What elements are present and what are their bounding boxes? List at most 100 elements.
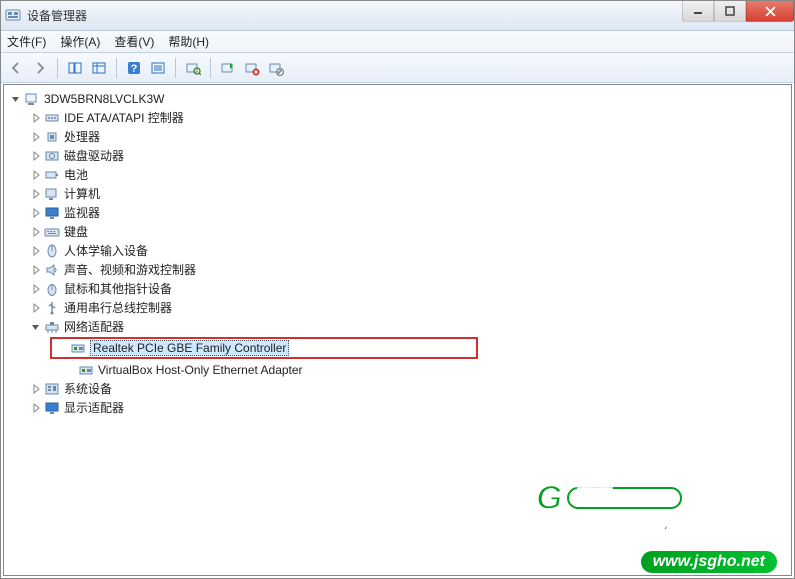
tree-node-label: 监视器 <box>64 204 100 221</box>
ide-icon <box>44 110 60 126</box>
tree-node[interactable]: 鼠标和其他指针设备 <box>8 279 791 298</box>
menu-view[interactable]: 查看(V) <box>114 33 154 50</box>
tree-node[interactable]: Realtek PCIe GBE Family Controller <box>52 339 289 358</box>
expander-icon[interactable] <box>30 188 42 200</box>
window-controls <box>682 1 794 22</box>
tree-node-label: 系统设备 <box>64 380 112 397</box>
tree-node-label: 鼠标和其他指针设备 <box>64 280 172 297</box>
toolbar-separator <box>116 58 117 78</box>
nic-icon <box>78 362 94 378</box>
expander-icon[interactable] <box>30 226 42 238</box>
watermark-brand1-suffix: 软件园 <box>686 483 779 513</box>
tree-node[interactable]: 电池 <box>8 165 791 184</box>
tree-node[interactable]: IDE ATA/ATAPI 控制器 <box>8 108 791 127</box>
expander-icon[interactable] <box>30 131 42 143</box>
minimize-button[interactable] <box>682 1 714 22</box>
show-detail-button[interactable] <box>88 57 110 79</box>
nic-icon <box>70 340 86 356</box>
back-button[interactable] <box>5 57 27 79</box>
window-title: 设备管理器 <box>27 7 87 24</box>
watermark-url: www.jsgho.net <box>639 549 779 575</box>
device-tree[interactable]: 3DW5BRN8LVCLK3W IDE ATA/ATAPI 控制器处理器磁盘驱动器… <box>8 89 791 417</box>
expander-icon[interactable] <box>64 342 68 354</box>
tree-node[interactable]: 监视器 <box>8 203 791 222</box>
scan-hardware-button[interactable] <box>182 57 204 79</box>
hid-icon <box>44 243 60 259</box>
toolbar-separator <box>175 58 176 78</box>
expander-icon[interactable] <box>64 364 76 376</box>
expander-icon[interactable] <box>30 169 42 181</box>
tree-node[interactable]: VirtualBox Host-Only Ethernet Adapter <box>8 360 791 379</box>
expander-icon[interactable] <box>30 283 42 295</box>
disk-icon <box>44 148 60 164</box>
close-button[interactable] <box>746 1 794 22</box>
menu-help[interactable]: 帮助(H) <box>168 33 209 50</box>
tree-node-label: 磁盘驱动器 <box>64 147 124 164</box>
forward-button[interactable] <box>29 57 51 79</box>
tree-node-label: 3DW5BRN8LVCLK3W <box>44 92 164 106</box>
titlebar: 设备管理器 <box>1 1 794 31</box>
watermark: G 西西 CR173.COM 软件园 技术员联盟 www.jsgho.net <box>536 481 779 575</box>
help-button[interactable]: ? <box>123 57 145 79</box>
tree-node[interactable]: 3DW5BRN8LVCLK3W <box>8 89 791 108</box>
tree-node[interactable]: 人体学输入设备 <box>8 241 791 260</box>
tree-node-label: 键盘 <box>64 223 88 240</box>
toolbar-separator <box>210 58 211 78</box>
tree-node[interactable]: 键盘 <box>8 222 791 241</box>
tree-node[interactable]: 处理器 <box>8 127 791 146</box>
expander-icon[interactable] <box>30 207 42 219</box>
device-tree-panel: 3DW5BRN8LVCLK3W IDE ATA/ATAPI 控制器处理器磁盘驱动器… <box>3 84 792 576</box>
maximize-button[interactable] <box>714 1 746 22</box>
expander-icon[interactable] <box>10 93 22 105</box>
tree-node-label: 处理器 <box>64 128 100 145</box>
watermark-badge: 西西 CR173.COM <box>567 487 682 509</box>
tree-node[interactable]: 计算机 <box>8 184 791 203</box>
expander-icon[interactable] <box>30 112 42 124</box>
uninstall-button[interactable] <box>241 57 263 79</box>
menu-action[interactable]: 操作(A) <box>60 33 100 50</box>
tree-node[interactable]: 显示适配器 <box>8 398 791 417</box>
toolbar-separator <box>57 58 58 78</box>
tree-node-label: VirtualBox Host-Only Ethernet Adapter <box>98 363 303 377</box>
tree-node[interactable]: 系统设备 <box>8 379 791 398</box>
tree-node-label: 人体学输入设备 <box>64 242 148 259</box>
svg-text:?: ? <box>131 63 138 75</box>
expander-icon[interactable] <box>30 321 42 333</box>
sound-icon <box>44 262 60 278</box>
disable-button[interactable] <box>265 57 287 79</box>
expander-icon[interactable] <box>30 245 42 257</box>
tree-node[interactable]: 网络适配器 <box>8 317 791 336</box>
update-driver-button[interactable] <box>217 57 239 79</box>
watermark-brand1-sub: CR173.COM <box>611 494 672 503</box>
expander-icon[interactable] <box>30 264 42 276</box>
menu-file[interactable]: 文件(F) <box>7 33 46 50</box>
system-icon <box>44 381 60 397</box>
show-hide-console-button[interactable] <box>64 57 86 79</box>
keyboard-icon <box>44 224 60 240</box>
expander-icon[interactable] <box>30 402 42 414</box>
expander-icon[interactable] <box>30 302 42 314</box>
watermark-logo-icon: G <box>536 481 563 515</box>
highlighted-node: Realtek PCIe GBE Family Controller <box>50 337 478 359</box>
expander-icon[interactable] <box>30 383 42 395</box>
usb-icon <box>44 300 60 316</box>
monitor-icon <box>44 205 60 221</box>
app-icon <box>5 8 21 24</box>
tree-node-label: 网络适配器 <box>64 318 124 335</box>
tree-node[interactable]: 声音、视频和游戏控制器 <box>8 260 791 279</box>
watermark-brand1-prefix: 西西 <box>575 490 609 506</box>
properties-button[interactable] <box>147 57 169 79</box>
tree-node-label: 声音、视频和游戏控制器 <box>64 261 196 278</box>
tree-node-label: 显示适配器 <box>64 399 124 416</box>
tree-node[interactable]: 通用串行总线控制器 <box>8 298 791 317</box>
battery-icon <box>44 167 60 183</box>
display-icon <box>44 400 60 416</box>
tree-node-label: 通用串行总线控制器 <box>64 299 172 316</box>
tree-node-label: IDE ATA/ATAPI 控制器 <box>64 109 184 126</box>
expander-icon[interactable] <box>30 150 42 162</box>
cpu-icon <box>44 129 60 145</box>
toolbar: ? <box>1 53 794 83</box>
menubar: 文件(F) 操作(A) 查看(V) 帮助(H) <box>1 31 794 53</box>
tree-node-label: 计算机 <box>64 185 100 202</box>
tree-node[interactable]: 磁盘驱动器 <box>8 146 791 165</box>
